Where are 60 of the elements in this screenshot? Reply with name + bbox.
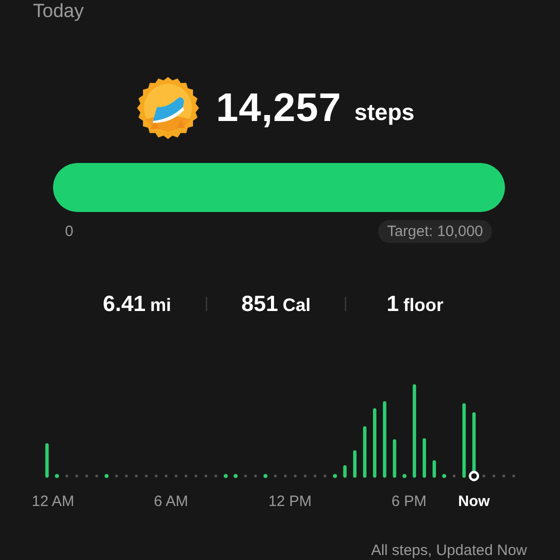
now-marker-icon [468,470,480,482]
activity-dot [154,474,158,478]
activity-dot [234,474,238,478]
activity-dot [452,474,456,478]
time-axis-label: 6 AM [154,493,188,510]
step-unit: steps [354,98,414,126]
update-status: All steps, Updated Now [371,542,527,559]
activity-dot [75,474,78,478]
activity-dot [125,474,128,478]
activity-dot [134,474,138,478]
activity-dot [224,474,228,478]
activity-bar [363,426,366,478]
activity-dot [482,474,486,478]
activity-dot [54,474,59,478]
activity-bar [392,439,396,478]
activity-bar [373,408,376,478]
activity-bar [422,438,426,478]
activity-bar [353,450,357,478]
shoe-badge-icon [137,77,199,139]
activity-dot [314,474,316,478]
activity-dot [144,474,148,478]
activity-bar [432,460,436,478]
activity-bar [45,443,49,478]
activity-dot [284,474,287,478]
time-axis-label: Now [458,493,490,510]
activity-dot [115,474,118,478]
activity-dot [194,474,198,478]
activity-dot [204,474,208,478]
progress-min-label: 0 [64,223,74,240]
activity-dot [95,474,98,478]
time-axis-label: 12 AM [32,493,74,510]
stat-value: 851 Cal [240,291,312,317]
activity-dot [294,474,297,478]
activity-dot [65,474,68,478]
activity-dot [254,474,257,478]
activity-dot [184,474,188,478]
activity-dot [214,474,218,478]
activity-dot [502,474,506,478]
activity-dot [304,474,307,478]
activity-dot [104,474,109,478]
stat-value: 1 floor [386,291,444,317]
activity-dot [174,474,178,478]
activity-dot [263,474,268,478]
activity-dot [274,474,277,478]
activity-dot [332,474,337,478]
activity-dot [244,474,247,478]
activity-dot [85,474,88,478]
activity-dot [164,474,168,478]
activity-dot [492,474,496,478]
time-axis-label: 12 PM [268,493,312,510]
page-title: Today [33,1,85,23]
activity-bar [343,465,347,478]
step-count: 14,257 [216,86,342,130]
time-axis-label: 6 PM [392,493,426,510]
stat-value: 6.41 mi [102,291,172,317]
activity-dot [512,474,516,478]
activity-dot [324,474,326,478]
target-label: Target: 10,000 [378,220,492,243]
activity-dot [402,474,406,478]
activity-dot [442,474,446,478]
